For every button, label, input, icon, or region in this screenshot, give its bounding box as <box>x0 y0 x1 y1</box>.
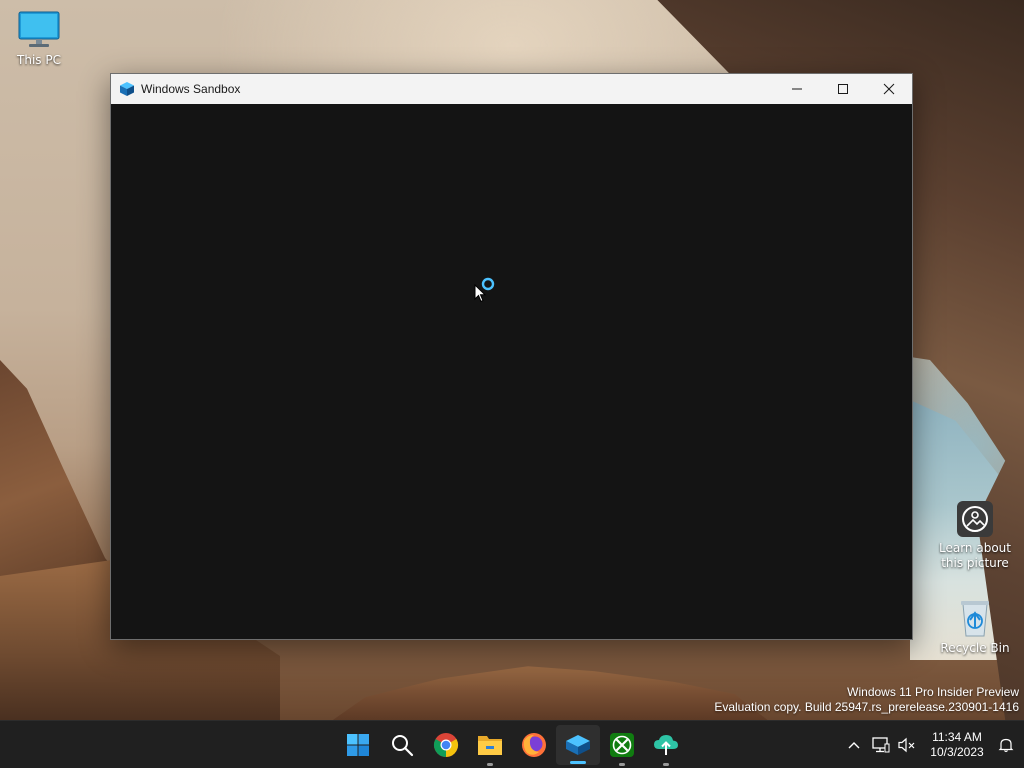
firefox-icon <box>522 733 546 757</box>
close-button[interactable] <box>866 74 912 104</box>
start-button[interactable] <box>336 721 380 768</box>
show-hidden-icons-button[interactable] <box>840 721 868 768</box>
evaluation-watermark: Windows 11 Pro Insider Preview Evaluatio… <box>714 685 1019 715</box>
file-explorer-icon <box>478 736 502 755</box>
volume-button[interactable] <box>894 721 920 768</box>
network-button[interactable] <box>868 721 894 768</box>
active-indicator <box>570 761 586 764</box>
start-icon <box>347 734 369 756</box>
xbox-icon <box>610 733 634 757</box>
chrome-icon <box>433 733 459 757</box>
taskbar: 11:34 AM 10/3/2023 <box>0 720 1024 768</box>
camera-spotlight-icon <box>957 501 993 537</box>
taskbar-app-firefox[interactable] <box>512 721 556 768</box>
mouse-cursor-icon <box>474 284 486 303</box>
volume-muted-icon <box>898 737 915 753</box>
running-indicator <box>663 763 669 766</box>
clock-button[interactable]: 11:34 AM 10/3/2023 <box>926 730 988 760</box>
window-controls <box>774 74 912 104</box>
taskbar-app-xbox[interactable] <box>600 721 644 768</box>
desktop-icon-learn-about-picture[interactable]: Learn about this picture <box>936 500 1014 571</box>
chevron-up-icon <box>848 742 860 749</box>
monitor-icon <box>18 11 60 47</box>
desktop-icon-label: Learn about this picture <box>939 541 1011 570</box>
maximize-button[interactable] <box>820 74 866 104</box>
close-icon <box>883 83 895 95</box>
running-indicator <box>619 763 625 766</box>
taskbar-app-upload[interactable] <box>644 721 688 768</box>
taskbar-app-file-explorer[interactable] <box>468 721 512 768</box>
window-titlebar[interactable]: Windows Sandbox <box>111 74 912 104</box>
clock-date: 10/3/2023 <box>930 745 984 759</box>
system-tray: 11:34 AM 10/3/2023 <box>840 721 1024 768</box>
maximize-icon <box>838 84 848 94</box>
desktop-icon-recycle-bin[interactable]: Recycle Bin <box>936 598 1014 656</box>
taskbar-app-windows-sandbox[interactable] <box>556 725 600 765</box>
upload-cloud-icon <box>654 735 678 755</box>
network-icon <box>872 737 890 753</box>
search-icon <box>392 735 414 757</box>
desktop-icon-label: This PC <box>17 53 61 67</box>
taskbar-apps <box>336 721 688 768</box>
clock-time: 11:34 AM <box>932 730 982 744</box>
minimize-icon <box>792 88 802 90</box>
windows-sandbox-icon <box>566 735 590 755</box>
search-button[interactable] <box>380 721 424 768</box>
desktop-icon-this-pc[interactable]: This PC <box>0 10 78 68</box>
watermark-line-2: Evaluation copy. Build 25947.rs_prerelea… <box>714 700 1019 714</box>
taskbar-app-chrome[interactable] <box>424 721 468 768</box>
recycle-bin-icon <box>961 601 989 637</box>
minimize-button[interactable] <box>774 74 820 104</box>
wallpaper-rocks-bottom <box>330 666 770 722</box>
desktop-icon-label: Recycle Bin <box>940 641 1010 655</box>
watermark-line-1: Windows 11 Pro Insider Preview <box>847 685 1019 699</box>
sandbox-display-area[interactable] <box>111 104 912 639</box>
windows-sandbox-window[interactable]: Windows Sandbox <box>110 73 913 640</box>
bell-icon <box>998 738 1014 753</box>
windows-sandbox-icon <box>120 82 134 96</box>
window-title: Windows Sandbox <box>141 82 241 96</box>
notifications-button[interactable] <box>988 721 1024 768</box>
running-indicator <box>487 763 493 766</box>
